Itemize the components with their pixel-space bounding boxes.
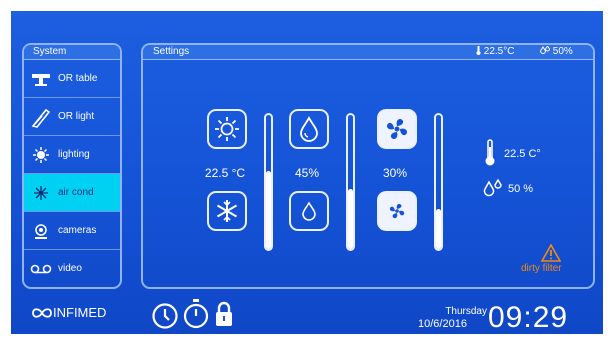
screen: System OR table OR light lighting air co… <box>11 11 603 334</box>
settings-header: Settings 22.5°C 50% <box>143 45 593 60</box>
fan-slider-fill <box>436 208 441 249</box>
footer: INFIMED Thursday 10/6/2016 09:29 <box>11 294 603 334</box>
humidity-icon <box>483 179 502 197</box>
temperature-up-button[interactable] <box>207 109 247 149</box>
thermometer-small-icon <box>476 46 481 55</box>
humidity-up-button[interactable] <box>289 109 329 149</box>
droplet-small-icon <box>302 201 316 221</box>
time-display: 09:29 <box>488 301 569 334</box>
fan-small-icon <box>389 203 405 219</box>
header-temperature: 22.5°C <box>476 45 514 59</box>
stopwatch-icon[interactable] <box>183 299 209 330</box>
lock-icon[interactable] <box>214 301 234 327</box>
humidity-setpoint: 45% <box>294 166 320 180</box>
sidebar-item-lighting[interactable]: lighting <box>24 136 120 174</box>
temperature-down-button[interactable] <box>207 191 247 231</box>
header-humidity: 50% <box>539 45 573 59</box>
sidebar-item-air-cond[interactable]: air cond <box>24 174 120 212</box>
settings-title: Settings <box>153 46 190 57</box>
temperature-slider-fill <box>266 171 271 249</box>
brand-logo: INFIMED <box>31 305 106 320</box>
dirty-filter-warning: dirty filter <box>521 263 562 274</box>
lighting-icon <box>24 140 58 170</box>
sidebar-item-label: OR table <box>58 73 98 84</box>
warning-icon <box>541 244 561 262</box>
temperature-setpoint: 22.5 °C <box>204 166 246 180</box>
humidity-small-icon <box>539 45 551 54</box>
humidity-slider[interactable] <box>346 113 355 251</box>
sidebar-item-or-table[interactable]: OR table <box>24 60 120 98</box>
sidebar-item-label: air cond <box>58 187 94 198</box>
air-cond-icon <box>24 178 58 208</box>
sidebar-item-cameras[interactable]: cameras <box>24 212 120 250</box>
day-of-week: Thursday <box>445 306 487 317</box>
sidebar-item-label: lighting <box>58 149 90 160</box>
droplet-icon <box>300 116 318 142</box>
brand-name: INFIMED <box>53 305 107 320</box>
or-table-icon <box>24 64 58 94</box>
snowflake-icon <box>216 200 238 222</box>
sidebar-item-label: OR light <box>58 111 95 122</box>
sidebar-item-video[interactable]: video <box>24 250 120 287</box>
humidity-slider-fill <box>348 188 353 249</box>
camera-icon <box>24 216 58 246</box>
sidebar-item-label: cameras <box>58 225 97 236</box>
sidebar-item-or-light[interactable]: OR light <box>24 98 120 136</box>
humidity-down-button[interactable] <box>289 191 329 231</box>
fan-up-button[interactable] <box>377 109 417 149</box>
sun-icon <box>215 117 239 141</box>
or-light-icon <box>24 102 58 132</box>
fan-down-button[interactable] <box>377 191 417 231</box>
settings-panel: Settings 22.5°C 50% 22.5 °C 45% 30% 22.5… <box>141 43 595 289</box>
clock-icon[interactable] <box>151 302 179 330</box>
system-panel-title: System <box>24 45 120 60</box>
system-panel: System OR table OR light lighting air co… <box>22 43 122 289</box>
video-icon <box>24 254 58 284</box>
temperature-reading: 22.5 C° <box>504 148 541 160</box>
thermometer-icon <box>485 139 495 166</box>
temperature-slider[interactable] <box>264 113 273 251</box>
fan-setpoint: 30% <box>382 166 408 180</box>
fan-icon <box>386 118 408 140</box>
infinity-logo-icon <box>32 307 52 318</box>
fan-slider[interactable] <box>434 113 443 251</box>
sidebar-item-label: video <box>58 263 82 274</box>
humidity-reading: 50 % <box>508 183 534 195</box>
date-display: 10/6/2016 <box>418 318 467 330</box>
